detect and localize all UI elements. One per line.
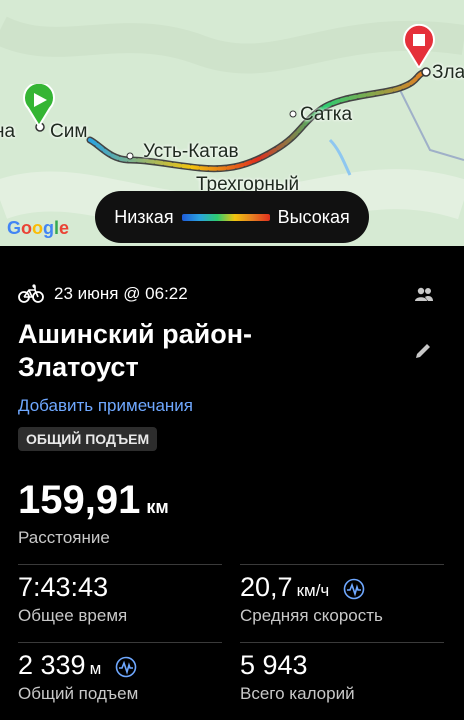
ascent-value: 2 339 — [18, 650, 86, 680]
route-map[interactable]: на Сим Усть-Катав Трехгорный Сатка Зла Н… — [0, 0, 464, 246]
town-label-zlatoust: Зла — [432, 62, 464, 83]
activity-title[interactable]: Ашинский район- Златоуст — [18, 318, 378, 384]
google-logo: Google — [7, 218, 70, 238]
legend-low-label: Низкая — [114, 206, 174, 227]
calories-label: Всего калорий — [240, 684, 355, 703]
divider — [18, 642, 222, 643]
time-value: 7:43:43 — [18, 572, 109, 602]
speed-unit: км/ч — [296, 581, 330, 600]
bicycle-icon — [18, 284, 44, 303]
ascent-stat: 2 339 м — [18, 650, 137, 681]
divider — [240, 642, 444, 643]
distance-value: 159,91 — [18, 478, 141, 522]
pencil-icon — [416, 344, 430, 358]
town-label-ust-katav: Усть-Катав — [143, 141, 239, 162]
start-marker[interactable] — [22, 84, 56, 126]
distance-unit: км — [146, 497, 169, 517]
elevation-legend: Низкая Высокая — [95, 191, 369, 243]
pulse-icon[interactable] — [343, 578, 365, 600]
pulse-icon[interactable] — [115, 656, 137, 678]
ascent-unit: м — [89, 659, 102, 678]
distance-stat: 159,91 км — [18, 478, 169, 523]
ascent-label: Общий подъем — [18, 684, 139, 703]
people-icon — [415, 287, 433, 301]
town-label-left: на — [0, 121, 16, 142]
activity-date-row: 23 июня @ 06:22 — [18, 284, 188, 304]
town-label-satka: Сатка — [300, 104, 353, 125]
town-label-sim: Сим — [50, 121, 88, 142]
calories-stat: 5 943 — [240, 650, 308, 681]
play-icon — [23, 84, 55, 126]
finish-marker[interactable] — [402, 24, 436, 68]
time-label: Общее время — [18, 606, 128, 625]
legend-gradient-bar — [181, 213, 270, 221]
people-button[interactable] — [414, 286, 434, 307]
calories-value: 5 943 — [240, 650, 308, 680]
add-note-link[interactable]: Добавить примечания — [18, 396, 193, 416]
activity-date: 23 июня @ 06:22 — [54, 284, 188, 303]
activity-title-line1: Ашинский район- — [18, 319, 253, 349]
distance-label: Расстояние — [18, 528, 110, 547]
edit-button[interactable] — [414, 342, 432, 365]
legend-high-label: Высокая — [277, 206, 350, 227]
speed-value: 20,7 — [240, 572, 293, 602]
total-ascent-badge[interactable]: ОБЩИЙ ПОДЪЕМ — [18, 427, 158, 451]
time-stat: 7:43:43 — [18, 572, 108, 603]
speed-stat: 20,7 км/ч — [240, 572, 365, 603]
speed-label: Средняя скорость — [240, 606, 383, 625]
activity-title-line2: Златоуст — [18, 352, 139, 382]
divider — [18, 564, 222, 565]
activity-detail: 23 июня @ 06:22 Ашинский район- Златоуст… — [0, 246, 464, 720]
divider — [240, 564, 444, 565]
stop-icon — [403, 24, 435, 68]
